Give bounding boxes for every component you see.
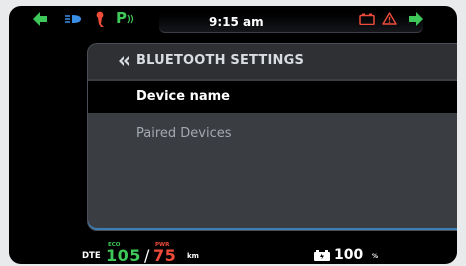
dte-label: DTE [82, 251, 101, 261]
menu-item-paired-devices[interactable]: Paired Devices [88, 120, 457, 150]
right-turn-arrow-icon [409, 12, 423, 26]
battery-value: 100 [334, 247, 364, 263]
menu-item-device-name[interactable]: Device name [88, 81, 457, 113]
bluetooth-settings-menu: BLUETOOTH SETTINGS Device name Paired De… [87, 43, 457, 231]
left-turn-arrow-icon [33, 12, 47, 26]
menu-item-label: Device name [136, 89, 230, 104]
range-separator: / [144, 246, 150, 264]
battery-icon [314, 250, 330, 261]
eco-range-value: 105 [106, 246, 141, 264]
battery-warning-icon [359, 13, 375, 25]
hazard-warning-icon [382, 12, 397, 25]
range-unit: km [187, 252, 199, 260]
menu-header[interactable]: BLUETOOTH SETTINGS [88, 44, 457, 79]
pwr-range-value: 75 [153, 246, 177, 264]
status-bar: P 9:15 am [9, 6, 457, 36]
clock-time: 9:15 am [209, 15, 264, 29]
double-chevron-left-icon[interactable] [117, 52, 131, 70]
menu-item-label: Paired Devices [136, 126, 232, 141]
menu-title: BLUETOOTH SETTINGS [136, 53, 305, 68]
park-assist-icon: P [116, 9, 136, 27]
dashboard-screen: P 9:15 am BLUETOOTH SETTINGS Device name… [9, 6, 457, 264]
headlight-icon [65, 15, 81, 23]
park-label: P [116, 9, 127, 27]
range-battery-bar: DTE ECO 105 / PWR 75 km 100 % [9, 238, 457, 264]
side-stand-icon [96, 11, 104, 27]
battery-unit: % [372, 253, 379, 260]
